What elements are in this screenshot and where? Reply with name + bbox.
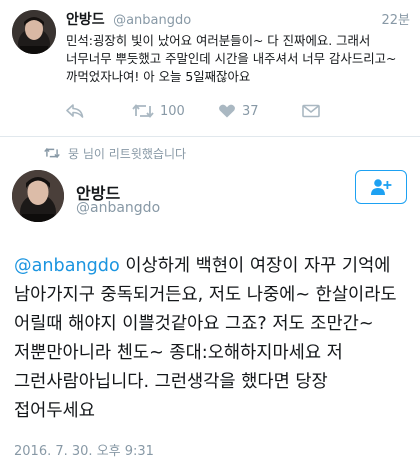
reply-header: 안방드 @anbangdo 22분 <box>66 9 410 29</box>
retweet-context-text: 뭉 님이 리트윗했습니다 <box>68 146 187 161</box>
avatar-image <box>12 10 56 54</box>
retweet-button[interactable]: 100 <box>132 100 185 122</box>
retweet-icon <box>44 147 60 159</box>
tweet-body: 이상하게 백현이 여장이 자꾸 기억에 남아가지구 중독되거든요, 저도 나중에… <box>14 256 397 421</box>
handle[interactable]: @anbangdo <box>76 200 160 216</box>
avatar[interactable] <box>12 10 56 54</box>
tweet-actions: 100 37 <box>66 100 366 122</box>
like-button[interactable]: 37 <box>218 100 259 122</box>
retweet-context[interactable]: 뭉 님이 리트윗했습니다 <box>44 144 186 162</box>
timestamp[interactable]: 2016. 7. 30. 오후 9:31 <box>14 440 154 459</box>
divider <box>0 136 420 137</box>
avatar[interactable] <box>12 170 64 222</box>
tweet-text: 민석:굉장히 빛이 났어요 여러분들이~ 다 진짜에요. 그래서 너무너무 뿌듯… <box>66 33 397 84</box>
envelope-icon <box>302 104 320 118</box>
reply-button[interactable] <box>66 100 84 122</box>
display-name[interactable]: 안방드 <box>66 12 105 28</box>
add-user-icon <box>371 179 392 195</box>
avatar-image <box>12 170 64 222</box>
reply-icon <box>66 104 84 118</box>
retweet-icon <box>132 104 154 118</box>
time-ago[interactable]: 22분 <box>381 9 410 28</box>
mention-link[interactable]: @anbangdo <box>14 256 120 276</box>
follow-button[interactable] <box>355 170 407 204</box>
tweet-text: @anbangdo 이상하게 백현이 여장이 자꾸 기억에 남아가지구 중독되거… <box>14 252 410 426</box>
reply-tweet[interactable]: 안방드 @anbangdo 22분 민석:굉장히 빛이 났어요 여러분들이~ 다… <box>0 0 420 137</box>
heart-icon <box>219 104 235 118</box>
direct-message-button[interactable] <box>302 100 320 122</box>
like-count: 37 <box>242 103 259 119</box>
handle[interactable]: @anbangdo <box>113 13 191 28</box>
retweet-count: 100 <box>160 103 185 119</box>
